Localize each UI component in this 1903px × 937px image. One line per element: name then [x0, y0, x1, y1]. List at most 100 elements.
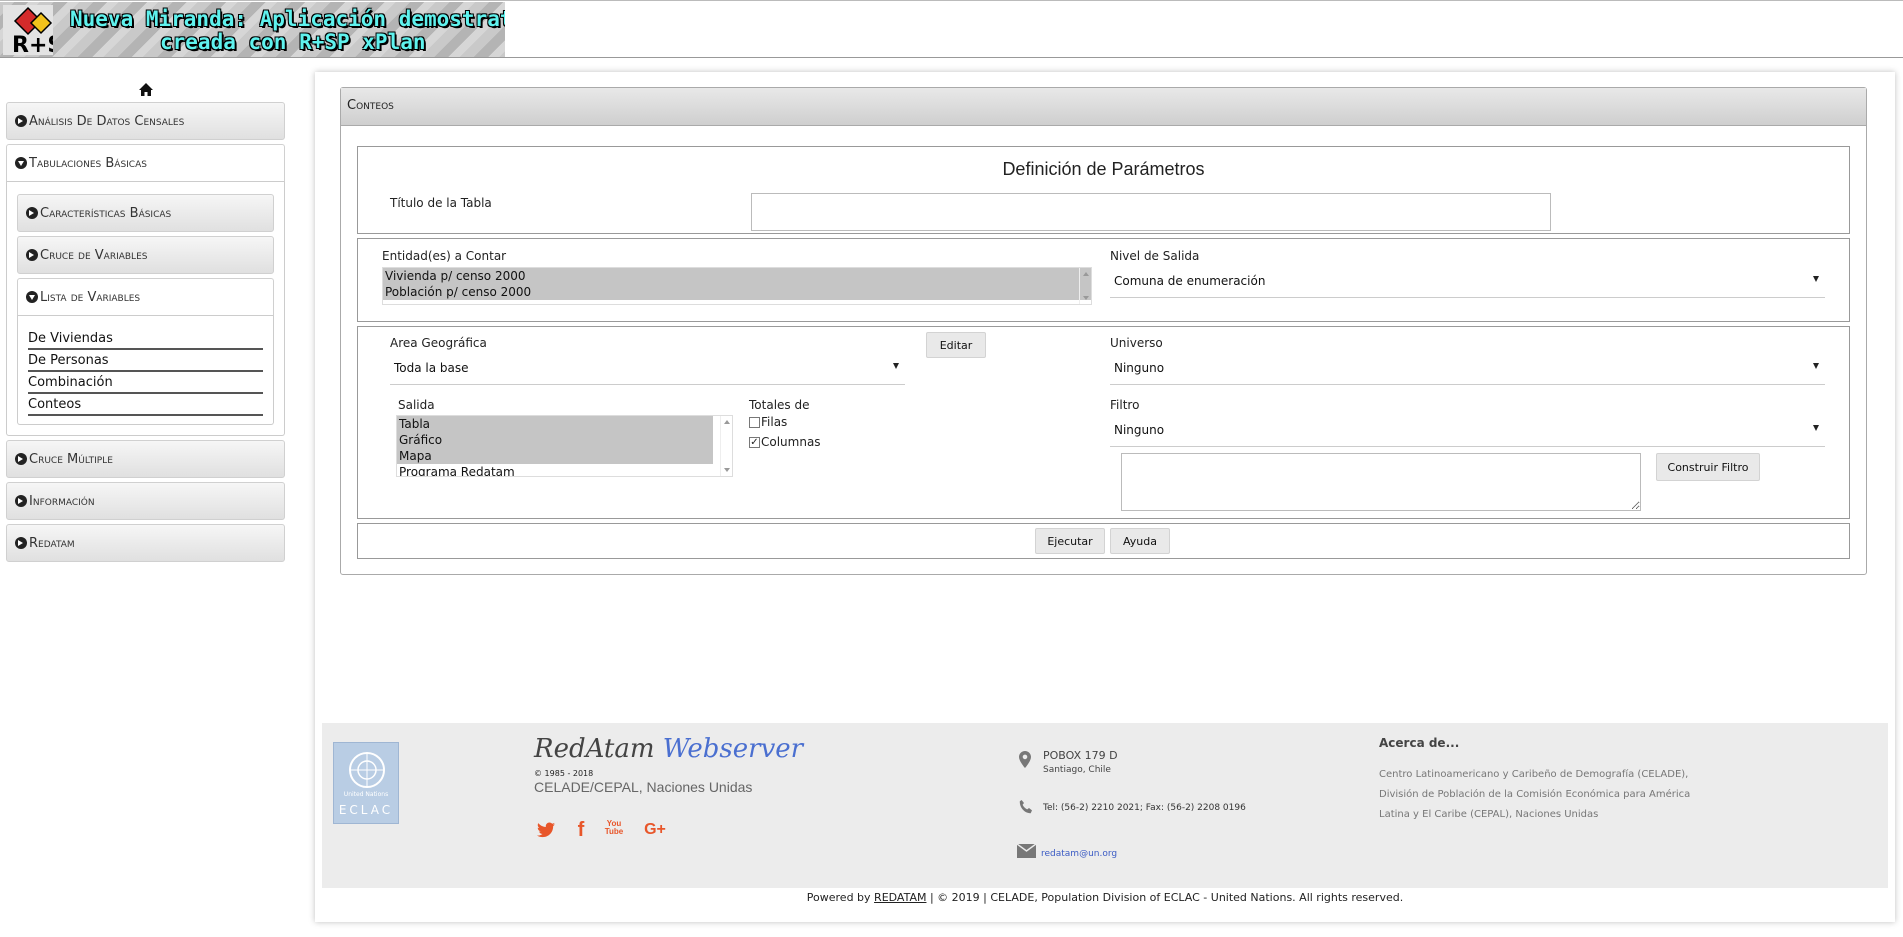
email-link[interactable]: redatam@un.org	[1041, 849, 1117, 859]
sidebar-item-label: Cruce Múltiple	[29, 451, 113, 467]
totals-rows-label: Filas	[761, 415, 788, 429]
checkbox-box[interactable]	[749, 416, 760, 428]
sidebar-subitem-label: Características Básicas	[40, 205, 172, 221]
entities-box: Entidad(es) a Contar Vivienda p/ censo 2…	[357, 238, 1850, 322]
geo-area-label: Area Geográfica	[390, 336, 487, 350]
un-eclac-logo: United Nations ECLAC	[333, 742, 399, 824]
powered-prefix: Powered by	[806, 891, 871, 904]
copyright-years: © 1985 - 2018	[534, 769, 594, 778]
sidebar-item-label: Análisis De Datos Censales	[29, 113, 185, 129]
totals-label: Totales de	[749, 398, 810, 412]
facebook-icon[interactable]: f	[570, 819, 592, 841]
card-title: Conteos	[341, 88, 1866, 126]
totals-rows-checkbox[interactable]: Filas	[749, 415, 787, 429]
circle-arrow-down-icon	[26, 291, 38, 303]
powered-suffix: | © 2019 | CELADE, Population Division o…	[929, 891, 1404, 904]
phone-icon	[1019, 800, 1032, 814]
brand-part2: Webserver	[662, 734, 804, 764]
output-listbox[interactable]: Tabla Gráfico Mapa Programa Redatam	[396, 415, 733, 477]
list-item[interactable]: Gráfico	[397, 432, 713, 448]
sidebar-subitem-label: Lista de Variables	[40, 289, 141, 305]
sidebar-item-analisis[interactable]: Análisis De Datos Censales	[6, 102, 285, 140]
home-icon[interactable]	[138, 82, 154, 98]
about-line: Latina y El Caribe (CEPAL), Naciones Uni…	[1379, 809, 1599, 820]
output-level-select[interactable]: Comuna de enumeración	[1110, 268, 1825, 298]
sidebar-item-redatam[interactable]: Redatam	[6, 524, 285, 562]
app-banner[interactable]: R+SP Nueva Miranda: Aplicación demostrat…	[0, 2, 505, 57]
list-item[interactable]: Tabla	[397, 416, 713, 432]
chevron-down-icon	[1813, 363, 1819, 369]
map-marker-icon	[1019, 751, 1031, 768]
twitter-icon[interactable]	[535, 819, 557, 841]
build-filter-button[interactable]: Construir Filtro	[1656, 453, 1760, 481]
sidebar-item-label: Tabulaciones Básicas	[29, 155, 147, 171]
totals-columns-checkbox[interactable]: ✓ Columnas	[749, 435, 821, 449]
output-label: Salida	[398, 398, 435, 412]
output-level-label: Nivel de Salida	[1110, 249, 1200, 263]
address-line2: Santiago, Chile	[1043, 765, 1111, 775]
help-button[interactable]: Ayuda	[1110, 528, 1170, 554]
sidebar-subitem-caracteristicas[interactable]: Características Básicas	[17, 194, 274, 232]
youtube-icon-text: You Tube	[604, 819, 624, 836]
circle-arrow-right-icon	[15, 453, 27, 465]
circle-arrow-right-icon	[26, 249, 38, 261]
table-title-input[interactable]	[751, 193, 1551, 231]
geo-area-select[interactable]: Toda la base	[390, 355, 905, 385]
table-title-label: Título de la Tabla	[390, 196, 492, 210]
envelope-icon	[1017, 844, 1036, 858]
params-heading: Definición de Parámetros	[1002, 159, 1205, 179]
about-title: Acerca de...	[1379, 736, 1460, 750]
sidebar-subitem-cruce[interactable]: Cruce de Variables	[17, 236, 274, 274]
redatam-link[interactable]: REDATAM	[874, 891, 926, 904]
eclac-logo-caption: ECLAC	[338, 803, 394, 817]
filter-select[interactable]: Ninguno	[1110, 417, 1825, 447]
sidebar-link-combinacion[interactable]: Combinación	[28, 372, 263, 394]
list-item[interactable]: Vivienda p/ censo 2000	[383, 268, 1091, 284]
app-header: R+SP Nueva Miranda: Aplicación demostrat…	[0, 0, 1903, 58]
address-line1: POBOX 179 D	[1043, 749, 1118, 762]
sidebar-item-tabulaciones[interactable]: Tabulaciones Básicas	[6, 144, 285, 182]
redatam-brand: RedAtam Webserver	[534, 734, 803, 764]
youtube-icon[interactable]: You Tube	[603, 817, 625, 839]
listbox-scrollbar[interactable]	[720, 416, 732, 476]
filter-value: Ninguno	[1114, 423, 1165, 437]
circle-arrow-right-icon	[15, 115, 27, 127]
banner-title-line1: Nueva Miranda: Aplicación demostrativa	[70, 7, 505, 31]
filter-expression-textarea[interactable]	[1121, 453, 1641, 511]
sidebar-subitem-lista[interactable]: Lista de Variables	[17, 278, 274, 316]
output-level-value: Comuna de enumeración	[1114, 274, 1266, 288]
sidebar-item-label: Información	[29, 493, 95, 509]
svg-text:R+SP: R+SP	[12, 33, 53, 55]
universe-value: Ninguno	[1114, 361, 1165, 375]
google-plus-icon[interactable]: G+	[640, 819, 670, 841]
sidebar-link-conteos[interactable]: Conteos	[28, 394, 263, 416]
sidebar-link-viviendas[interactable]: De Viviendas	[28, 328, 263, 350]
sidebar-panel-lista: De Viviendas De Personas Combinación Con…	[17, 316, 274, 425]
edit-button[interactable]: Editar	[926, 332, 986, 358]
universe-select[interactable]: Ninguno	[1110, 355, 1825, 385]
sidebar-panel-tabulaciones: Características Básicas Cruce de Variabl…	[6, 182, 285, 436]
listbox-scrollbar[interactable]	[1079, 268, 1091, 304]
sidebar-link-personas[interactable]: De Personas	[28, 350, 263, 372]
params-title-box: Definición de Parámetros Título de la Ta…	[357, 146, 1850, 234]
totals-columns-label: Columnas	[761, 435, 821, 449]
rsp-logo: R+SP	[3, 5, 53, 55]
circle-arrow-down-icon	[15, 157, 27, 169]
about-text: Centro Latinoamericano y Caribeño de Dem…	[1379, 765, 1690, 825]
list-item[interactable]: Mapa	[397, 448, 713, 464]
footer-org: CELADE/CEPAL, Naciones Unidas	[534, 779, 753, 795]
entities-listbox[interactable]: Vivienda p/ censo 2000 Población p/ cens…	[382, 267, 1092, 305]
chevron-down-icon	[1813, 276, 1819, 282]
sidebar-subitem-label: Cruce de Variables	[40, 247, 148, 263]
checkmark-icon[interactable]: ✓	[749, 436, 760, 448]
list-item[interactable]: Programa Redatam	[397, 464, 732, 476]
sidebar-item-informacion[interactable]: Información	[6, 482, 285, 520]
about-line: Centro Latinoamericano y Caribeño de Dem…	[1379, 769, 1689, 780]
execute-button[interactable]: Ejecutar	[1035, 528, 1105, 554]
sidebar-item-cruce-multiple[interactable]: Cruce Múltiple	[6, 440, 285, 478]
main-content: Conteos Definición de Parámetros Título …	[315, 72, 1895, 922]
circle-arrow-right-icon	[15, 495, 27, 507]
universe-label: Universo	[1110, 336, 1163, 350]
list-item[interactable]: Población p/ censo 2000	[383, 284, 1091, 300]
chevron-down-icon	[1813, 425, 1819, 431]
